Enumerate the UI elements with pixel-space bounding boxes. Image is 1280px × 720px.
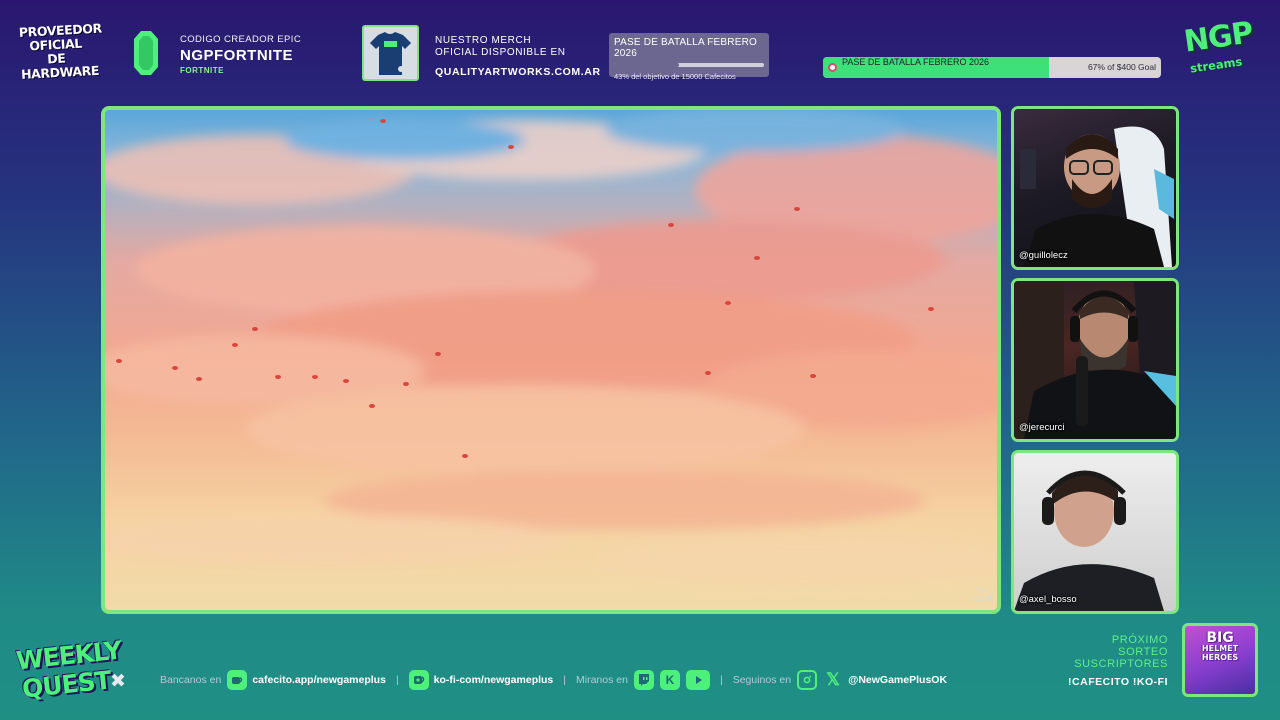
merch-url: QUALITYARTWORKS.COM.AR [435,66,601,78]
epic-creator-code: CODIGO CREADOR EPIC NGPFORTNITE FORTNITE [180,34,301,75]
game-title-bot: HEROES [1201,653,1239,662]
goal-bar-status: 67% of $400 Goal [1087,62,1156,72]
kofi-goal-bar: PASE DE BATALLA FEBRERO 2026 67% of $400… [823,57,1161,78]
goal-bar-title: PASE DE BATALLA FEBRERO 2026 [842,57,990,67]
cafecito-link[interactable]: cafecito.app/newgameplus [252,674,386,686]
kofi-icon [408,670,429,690]
raffle-game-title: BIG HELMET HEROES [1189,631,1251,662]
goal-card-progress-track [614,63,764,67]
merch-line1: NUESTRO MERCH [435,35,532,46]
cam-3-handle: @axel_bosso [1019,594,1077,605]
kofi-link[interactable]: ko-fi-com/newgameplus [434,674,554,686]
raffle-commands: !CAFECITO !KO-FI [1068,676,1168,688]
instagram-icon[interactable] [797,670,818,690]
separator: | [395,674,399,686]
sunset-scene [105,110,997,585]
merch-promo: NUESTRO MERCH OFICIAL DISPONIBLE EN QUAL… [435,35,601,78]
webcam-2: @jerecurci [1011,278,1179,442]
social-handle[interactable]: @NewGamePlusOK [848,674,947,686]
separator: | [563,674,567,686]
goal-card-subtitle: 43% del objetivo de 15000 Cafecitos [614,72,736,81]
epic-gem-icon [134,31,158,75]
cafecito-icon [227,670,248,690]
webcam-3: @axel_bosso [1011,450,1179,614]
raffle-line2: SORTEO [1118,646,1168,658]
raffle-line1: PRÓXIMO [1111,634,1168,646]
game-title-mid: HELMET [1201,644,1239,653]
webcam-1: @guillolecz [1011,106,1179,270]
cam-2-handle: @jerecurci [1019,422,1065,433]
playstation-icon: ▫▵ ▭✕ [973,581,995,605]
epic-code-game: FORTNITE [180,66,224,75]
bancanos-label: Bancanos en [160,674,222,686]
weekly-quest-x-mark: ✖ [110,670,126,692]
ngp-logo: NGP [1181,15,1255,60]
raffle-announcement: PRÓXIMO SORTEO SUSCRIPTORES [1074,634,1168,670]
cafecito-goal-widget: PASE DE BATALLA FEBRERO 2026 43% del obj… [609,33,769,81]
merch-shirt-image [362,25,419,81]
kick-icon[interactable]: K [659,670,680,690]
game-feed: ▫▵ ▭✕ [101,106,1001,614]
seguinos-label: Seguinos en [732,674,792,686]
epic-code-value: NGPFORTNITE [180,47,293,64]
separator: | [719,674,723,686]
cam-1-handle: @guillolecz [1019,250,1068,261]
footer-links: Bancanos en cafecito.app/newgameplus | k… [160,668,947,692]
raffle-line3: SUSCRIPTORES [1074,658,1168,670]
miranos-label: Miranos en [576,674,628,686]
goal-card-title: PASE DE BATALLA FEBRERO 2026 [614,37,757,59]
x-twitter-icon[interactable]: 𝕏 [823,670,843,690]
hardware-sponsor-label: PROVEEDOR OFICIAL DE HARDWARE [18,20,103,82]
epic-code-label: CODIGO CREADOR EPIC [180,34,302,45]
raffle-game-cover: BIG HELMET HEROES [1182,623,1258,697]
goal-card-progress-fill [614,63,679,67]
twitch-icon[interactable] [633,670,654,690]
youtube-icon[interactable] [685,670,710,690]
merch-line2: OFICIAL DISPONIBLE EN [435,47,566,58]
kofi-heart-icon [828,63,837,72]
